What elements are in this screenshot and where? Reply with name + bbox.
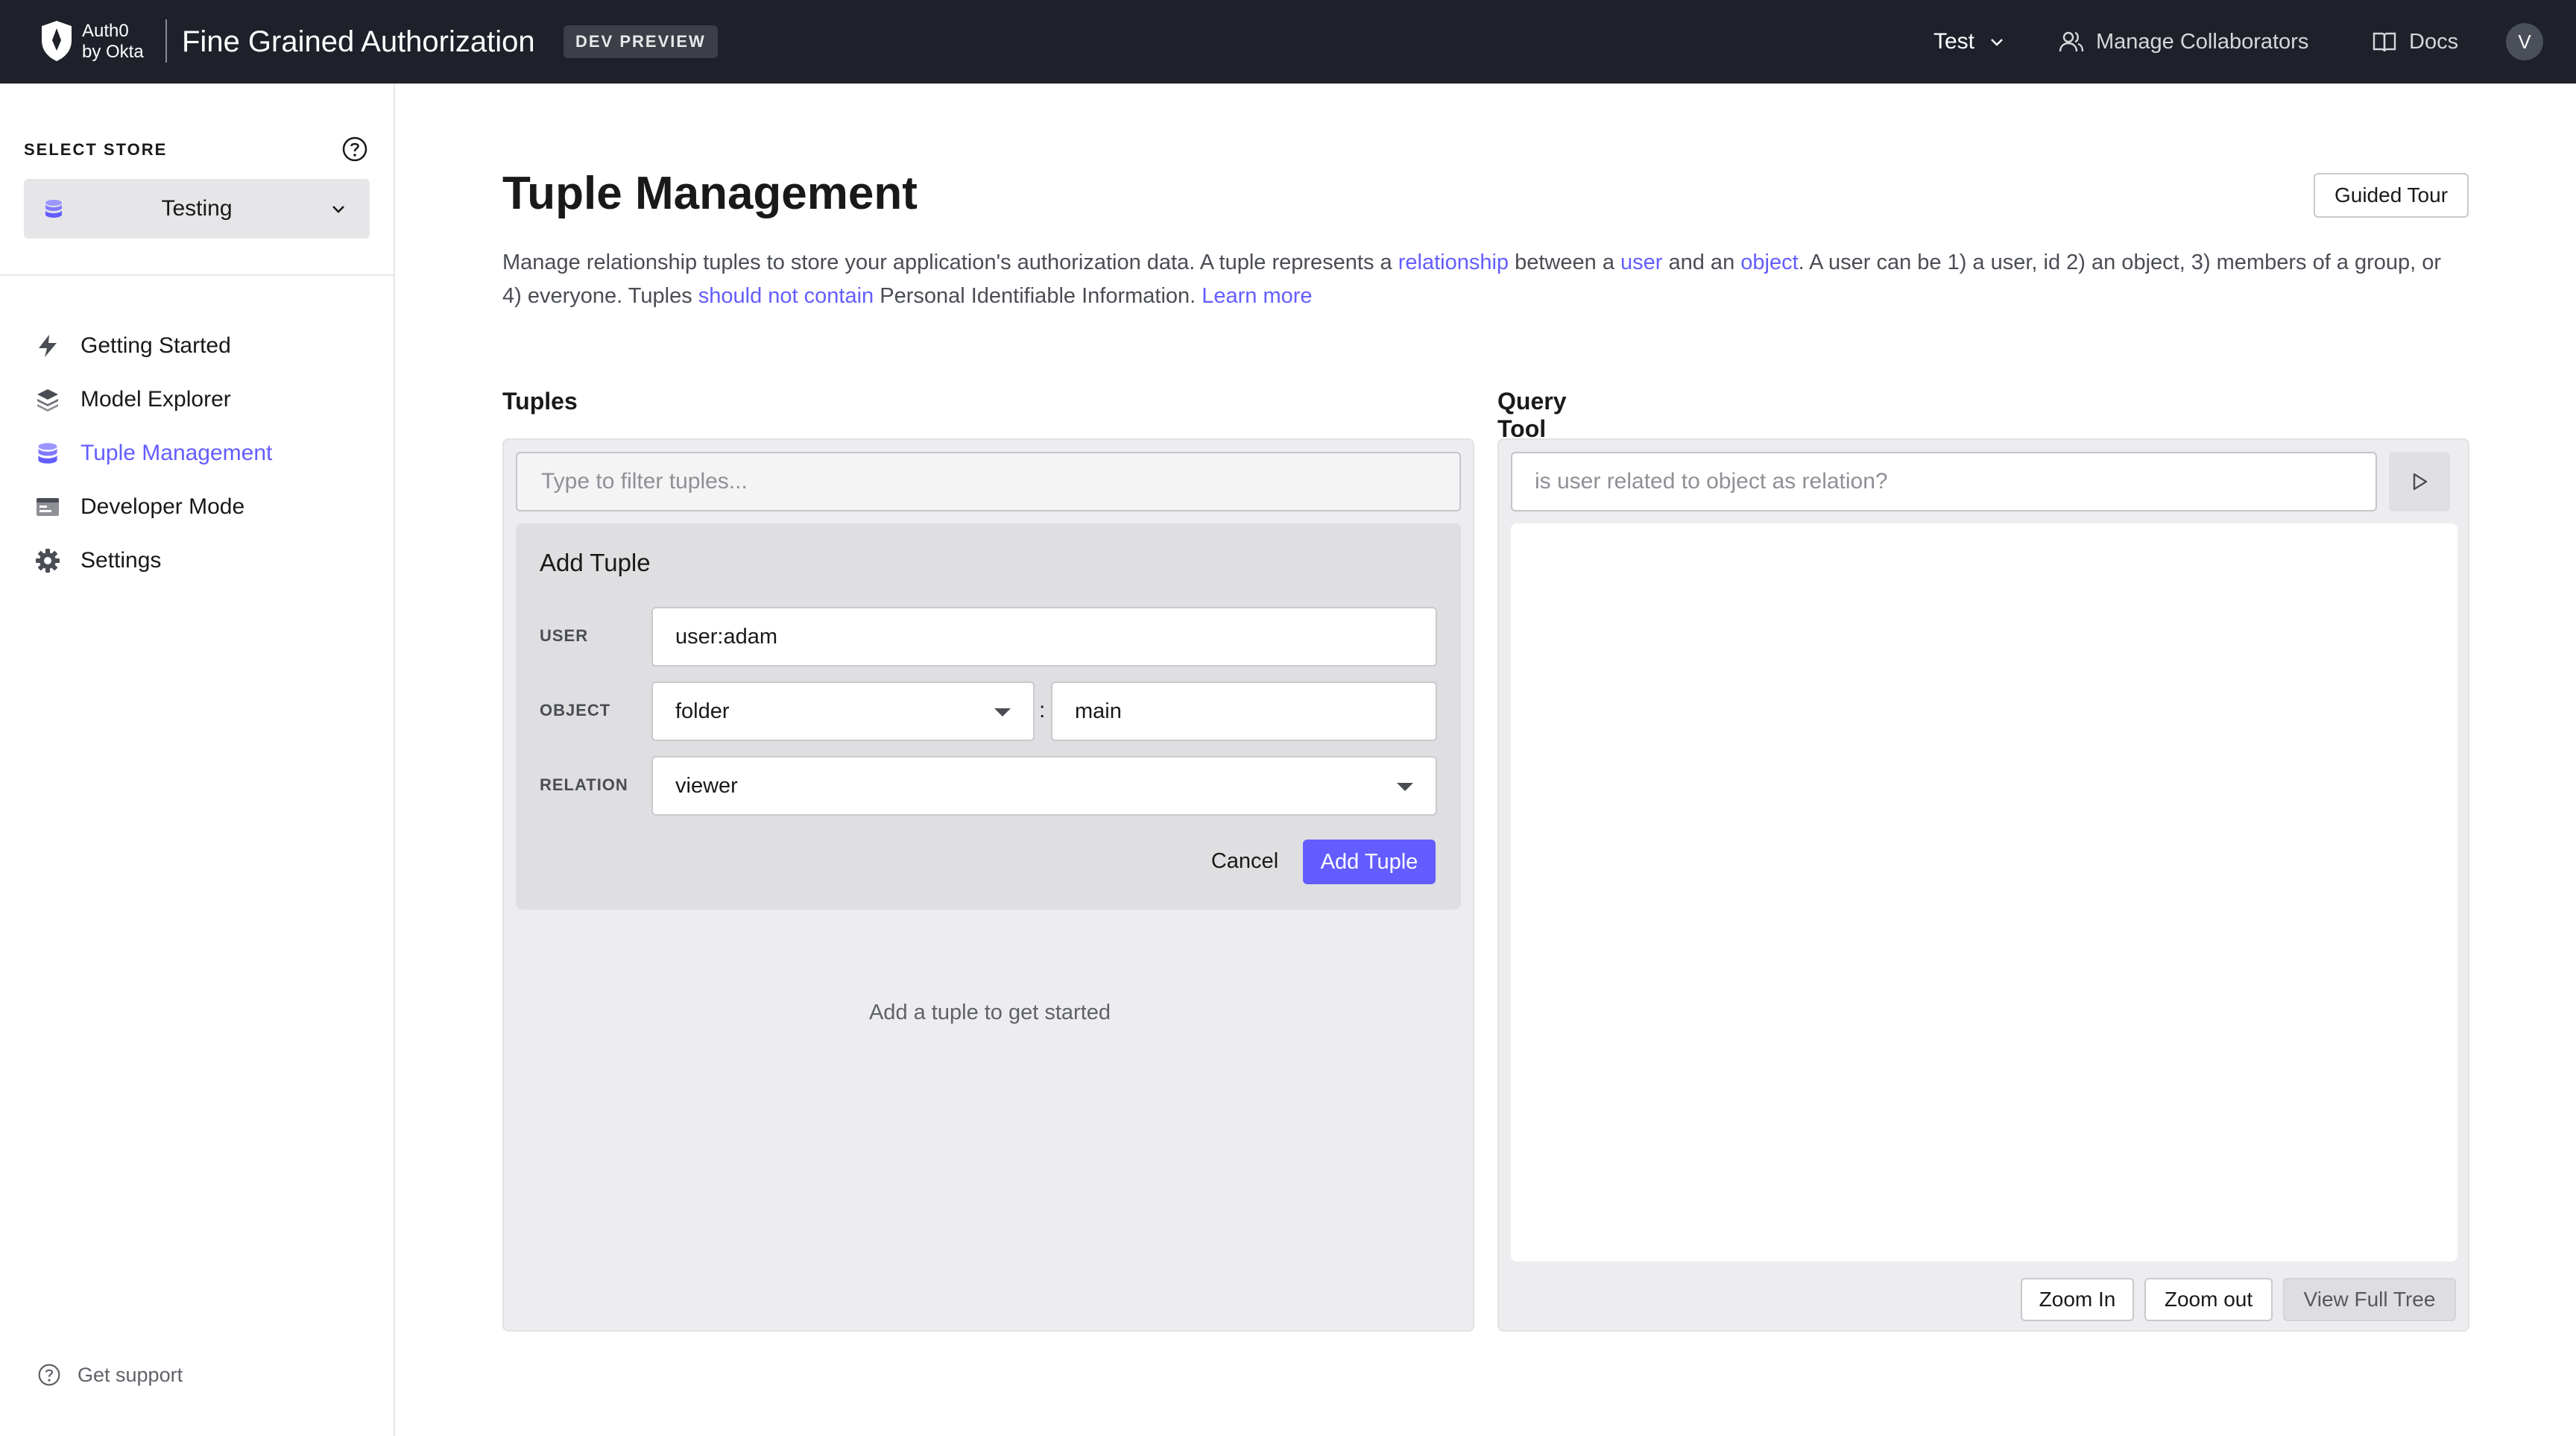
tuples-panel: Type to filter tuples... Add Tuple USER … [502, 438, 1474, 1332]
relationship-link[interactable]: relationship [1398, 251, 1509, 274]
object-type-value: folder [675, 699, 730, 723]
tuples-section-title: Tuples [502, 388, 578, 415]
object-field-label: OBJECT [540, 701, 611, 719]
sidebar-item-getting-started[interactable]: Getting Started [34, 319, 272, 373]
chevron-down-icon [1991, 39, 2003, 46]
page-description: Manage relationship tuples to store your… [502, 246, 2455, 313]
gear-icon [34, 547, 61, 574]
object-link[interactable]: object [1740, 251, 1798, 274]
sidebar-item-label: Getting Started [80, 333, 231, 358]
get-support-link[interactable]: Get support [37, 1363, 183, 1387]
sidebar-item-developer-mode[interactable]: Developer Mode [34, 480, 272, 534]
add-tuple-button[interactable]: Add Tuple [1303, 840, 1436, 884]
book-icon [2373, 32, 2396, 52]
query-input[interactable]: is user related to object as relation? [1511, 452, 2377, 511]
database-icon [34, 440, 61, 467]
description-text: and an [1662, 251, 1741, 274]
users-icon [2059, 31, 2084, 52]
tenant-name: Test [1933, 29, 1975, 54]
dev-preview-badge: DEV PREVIEW [564, 25, 718, 58]
should-not-contain-link[interactable]: should not contain [698, 284, 874, 308]
query-graph-area[interactable] [1511, 523, 2457, 1262]
relation-field-label: RELATION [540, 775, 628, 794]
get-support-label: Get support [78, 1363, 183, 1386]
terminal-window-icon [34, 494, 61, 520]
auth0-shield-icon[interactable] [39, 19, 75, 63]
logo-text-line1: Auth0 [82, 21, 129, 41]
cancel-button[interactable]: Cancel [1200, 840, 1289, 883]
logo-divider [165, 19, 167, 63]
bolt-icon [34, 333, 61, 359]
relation-value: viewer [675, 774, 738, 798]
sidebar-item-label: Developer Mode [80, 494, 245, 519]
empty-state-message: Add a tuple to get started [868, 1001, 1111, 1024]
store-name: Testing [161, 196, 233, 221]
store-select[interactable]: Testing [24, 179, 370, 239]
sidebar-item-label: Settings [80, 548, 162, 573]
user-field[interactable]: user:adam [651, 607, 1437, 667]
manage-collaborators-link[interactable]: Manage Collaborators [2059, 27, 2308, 57]
sidebar-item-tuple-management[interactable]: Tuple Management [34, 426, 272, 480]
sidebar-menu: Getting Started Model Explorer Tuple Man… [34, 319, 272, 588]
add-tuple-title: Add Tuple [540, 549, 651, 576]
object-id-field[interactable]: main [1051, 681, 1437, 741]
app-title: Fine Grained Authorization [182, 25, 535, 58]
logo-text-line2: by Okta [82, 42, 144, 62]
object-separator: : [1039, 698, 1046, 722]
chevron-down-icon [332, 206, 344, 213]
description-text: between a [1509, 251, 1621, 274]
user-avatar[interactable]: V [2506, 23, 2543, 60]
caret-down-icon [994, 708, 1011, 717]
sidebar: SELECT STORE Testing Getting Started Mod… [0, 84, 395, 1436]
run-query-button[interactable] [2389, 452, 2450, 511]
help-circle-icon [38, 1364, 60, 1386]
docs-link[interactable]: Docs [2372, 27, 2458, 57]
caret-down-icon [1397, 783, 1413, 791]
view-full-tree-button[interactable]: View Full Tree [2283, 1278, 2456, 1321]
help-circle-icon[interactable] [341, 136, 368, 163]
query-tool-section-title: Query Tool [1497, 388, 1567, 442]
play-icon [2413, 473, 2428, 491]
manage-collaborators-label: Manage Collaborators [2096, 29, 2309, 54]
filter-tuples-input[interactable]: Type to filter tuples... [516, 452, 1461, 511]
sidebar-item-label: Model Explorer [80, 387, 231, 412]
object-type-select[interactable]: folder [651, 681, 1035, 741]
page-title: Tuple Management [502, 168, 918, 219]
select-store-label: SELECT STORE [24, 140, 168, 159]
description-text: Personal Identifiable Information. [874, 284, 1202, 308]
tenant-switcher[interactable]: Test [1933, 27, 2006, 57]
zoom-in-button[interactable]: Zoom In [2021, 1278, 2134, 1321]
zoom-out-button[interactable]: Zoom out [2144, 1278, 2273, 1321]
guided-tour-button[interactable]: Guided Tour [2314, 173, 2469, 218]
description-text: Manage relationship tuples to store your… [502, 251, 1398, 274]
sidebar-item-label: Tuple Management [80, 441, 273, 465]
top-bar: Auth0 by Okta Fine Grained Authorization… [0, 0, 2576, 84]
docs-label: Docs [2409, 29, 2459, 54]
user-link[interactable]: user [1620, 251, 1662, 274]
sidebar-item-settings[interactable]: Settings [34, 534, 272, 588]
sidebar-divider [0, 274, 394, 276]
user-field-label: USER [540, 626, 589, 645]
auth0-wordmark[interactable]: Auth0 by Okta [82, 21, 144, 63]
add-tuple-card: Add Tuple USER user:adam OBJECT folder :… [516, 523, 1461, 910]
sidebar-item-model-explorer[interactable]: Model Explorer [34, 373, 272, 426]
query-tool-panel: is user related to object as relation? Z… [1497, 438, 2469, 1332]
relation-select[interactable]: viewer [651, 756, 1437, 816]
learn-more-link[interactable]: Learn more [1202, 284, 1312, 308]
layers-icon [34, 386, 61, 413]
